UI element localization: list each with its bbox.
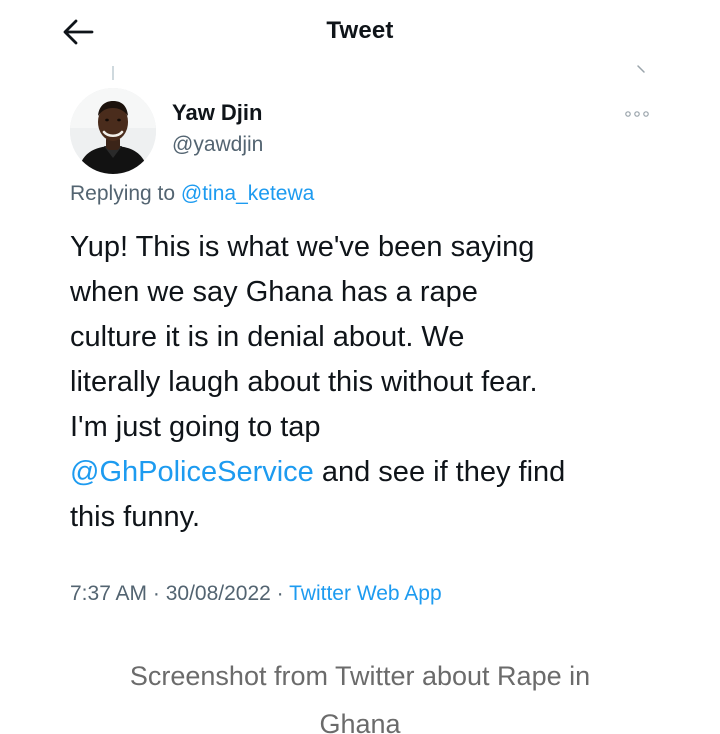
tweet-text-segment: and see if they find: [313, 456, 566, 488]
caret-icon: [637, 65, 645, 73]
avatar[interactable]: [70, 88, 156, 174]
image-caption: Screenshot from Twitter about Rape in Gh…: [0, 652, 720, 734]
replying-to-handle-link[interactable]: @tina_ketewa: [181, 182, 314, 205]
header-bar: Tweet: [0, 0, 720, 64]
tweet-text-line: literally laugh about this without fear.: [70, 366, 538, 398]
tweet-text-line: when we say Ghana has a rape: [70, 276, 478, 308]
caption-line: Ghana: [319, 709, 401, 734]
tweet-detail-page: Tweet Yaw Djin @yawdjin Replying to @tin…: [0, 0, 720, 734]
mention-link[interactable]: @GhPoliceService: [70, 456, 314, 488]
tweet-text-line: Yup! This is what we've been saying: [70, 231, 535, 263]
tweet-text: Yup! This is what we've been saying when…: [70, 225, 670, 540]
author-block: Yaw Djin @yawdjin: [172, 100, 263, 158]
tweet-date[interactable]: 30/08/2022: [166, 582, 271, 605]
author-name[interactable]: Yaw Djin: [172, 100, 263, 126]
tweet-text-line: @GhPoliceService and see if they find: [70, 450, 670, 495]
tweet-text-line: this funny.: [70, 501, 201, 533]
replying-to-label: Replying to: [70, 182, 176, 205]
avatar-photo: [70, 88, 156, 174]
meta-separator: ·: [147, 582, 166, 605]
tweet-text-line: culture it is in denial about. We: [70, 321, 465, 353]
page-title: Tweet: [326, 17, 394, 44]
thread-connector-line: [112, 66, 114, 80]
caption-line: Screenshot from Twitter about Rape in: [129, 661, 591, 691]
author-handle[interactable]: @yawdjin: [172, 132, 263, 158]
tweet-time[interactable]: 7:37 AM: [70, 582, 147, 605]
more-options-icon[interactable]: [622, 106, 652, 122]
tweet-text-line: I'm just going to tap: [70, 411, 321, 443]
tweet-metadata: 7:37 AM · 30/08/2022 · Twitter Web App: [70, 580, 442, 608]
replying-to-line: Replying to @tina_ketewa: [70, 180, 314, 208]
meta-separator: ·: [270, 582, 290, 605]
tweet-source-link[interactable]: Twitter Web App: [289, 582, 442, 605]
